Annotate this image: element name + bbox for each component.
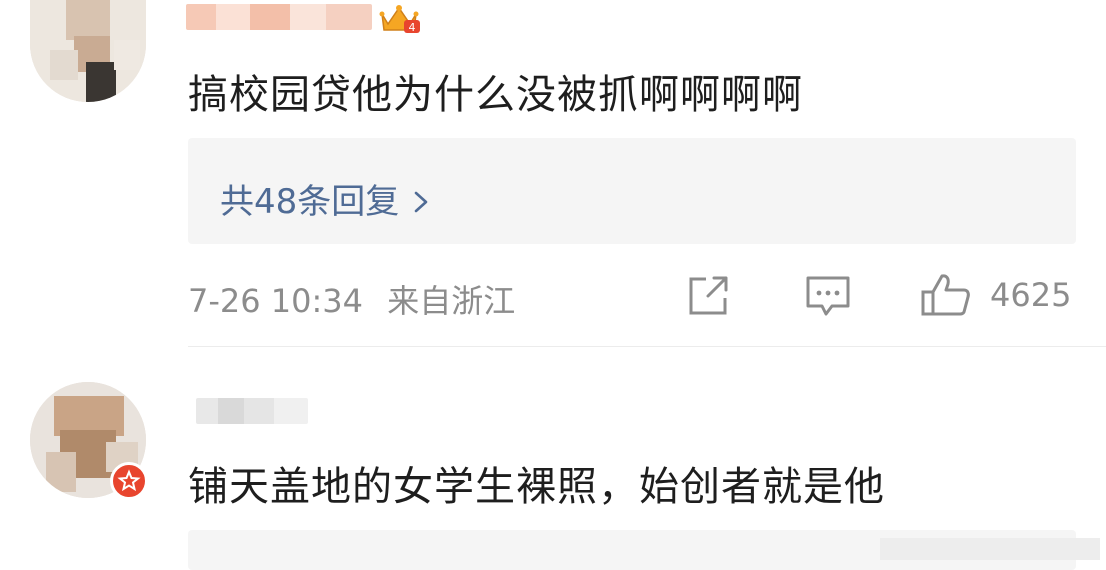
chevron-right-icon	[413, 182, 429, 222]
like-count: 4625	[990, 276, 1072, 314]
comment-icon[interactable]	[804, 274, 852, 318]
view-replies-link[interactable]: 共48条回复	[220, 174, 429, 223]
comment-time: 7-26 10:34	[188, 282, 364, 320]
reply-summary-box[interactable]: 共48条回复	[188, 138, 1076, 244]
avatar[interactable]	[30, 0, 146, 102]
comment-text: 搞校园贷他为什么没被抓啊啊啊啊	[188, 72, 803, 118]
comment-text: 铺天盖地的女学生裸照，始创者就是他	[188, 464, 885, 510]
verified-badge-icon	[110, 462, 148, 500]
watermark	[880, 538, 1100, 560]
reply-count-label[interactable]: 共48条回复	[220, 182, 399, 222]
divider	[188, 346, 1106, 347]
username[interactable]	[186, 4, 372, 30]
comment-location: 来自浙江	[387, 282, 516, 320]
svg-text:4: 4	[409, 21, 416, 34]
share-icon[interactable]	[686, 274, 734, 318]
username[interactable]	[196, 398, 308, 424]
comment-meta: 7-26 10:34 来自浙江	[188, 276, 515, 322]
vip-crown-icon: 4	[379, 5, 420, 34]
like-icon[interactable]	[920, 272, 972, 318]
